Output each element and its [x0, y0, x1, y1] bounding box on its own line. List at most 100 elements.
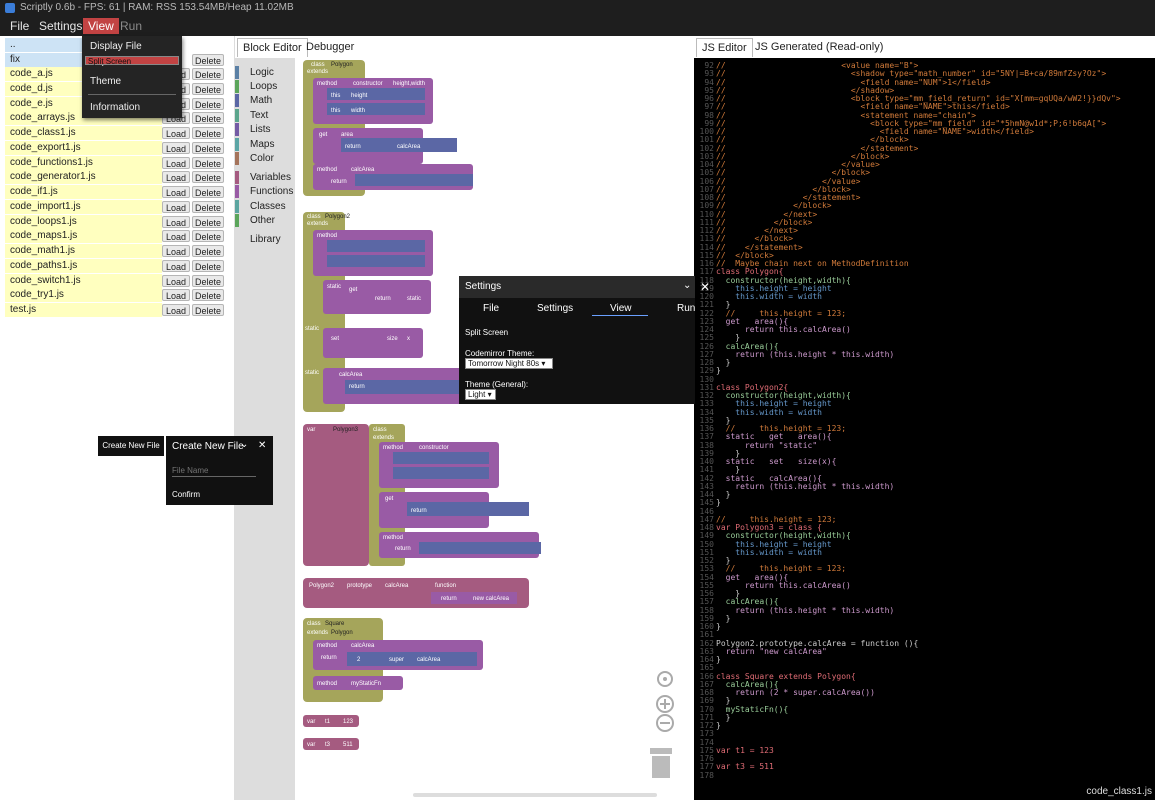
file-name[interactable]: code_switch1.js — [5, 273, 162, 288]
prototype-block[interactable]: Polygon2 prototype calcArea function ret… — [303, 578, 529, 608]
code-line[interactable]: this.width = width — [716, 408, 822, 417]
code-line[interactable]: var t1 = 123 — [716, 746, 774, 755]
load-button[interactable]: Load — [162, 304, 190, 316]
file-row[interactable]: code_loops1.js Load Delete — [5, 214, 232, 229]
tab-js-editor[interactable]: JS Editor — [696, 38, 753, 57]
var-t3-block[interactable]: var t3 511 — [303, 738, 359, 750]
delete-button[interactable]: Delete — [192, 112, 224, 125]
chevron-down-icon[interactable]: ⌄ — [683, 280, 691, 291]
settings-tab-file[interactable]: File — [483, 303, 499, 314]
file-row[interactable]: code_if1.js Load Delete — [5, 185, 232, 199]
load-button[interactable]: Load — [162, 141, 190, 154]
file-row[interactable]: code_switch1.js Load Delete — [5, 273, 232, 288]
delete-button[interactable]: Delete — [192, 215, 224, 228]
close-icon[interactable]: ✕ — [258, 440, 266, 451]
settings-tab-settings[interactable]: Settings — [537, 303, 573, 314]
file-row[interactable]: code_try1.js Load Delete — [5, 288, 232, 303]
load-button[interactable]: Load — [162, 245, 190, 257]
file-row[interactable]: code_import1.js Load Delete — [5, 199, 232, 214]
toolbox-category[interactable]: Loops — [235, 80, 295, 93]
delete-button[interactable]: Delete — [192, 200, 224, 213]
code-line[interactable]: return (this.height * this.width) — [716, 606, 894, 615]
code-editor[interactable]: 92// <value name="B"> 93// <shadow type="… — [694, 58, 1155, 800]
recenter-icon[interactable] — [657, 671, 673, 687]
load-button[interactable]: Load — [162, 171, 190, 184]
toolbox-category[interactable]: Library — [235, 233, 295, 246]
class-polygon2-block[interactable]: class Polygon2 extends method static get… — [303, 212, 465, 412]
toolbox-category[interactable]: Classes — [235, 200, 295, 213]
workspace-horizontal-scrollbar[interactable] — [413, 793, 657, 797]
file-name[interactable]: code_try1.js — [5, 288, 162, 303]
zoom-in-icon[interactable] — [656, 695, 674, 713]
delete-button[interactable]: Delete — [192, 141, 224, 154]
menu-settings[interactable]: Settings — [34, 18, 87, 34]
code-line[interactable]: var t3 = 511 — [716, 762, 774, 771]
toolbox-category[interactable]: Text — [235, 109, 295, 122]
toolbox-category[interactable]: Other — [235, 214, 295, 227]
close-icon[interactable]: ✕ — [698, 281, 712, 293]
load-button[interactable]: Load — [162, 156, 190, 169]
file-name[interactable]: test.js — [5, 303, 162, 317]
file-name[interactable]: code_export1.js — [5, 140, 162, 155]
file-row[interactable]: code_export1.js Load Delete — [5, 140, 232, 155]
class-square-block[interactable]: class Square extends Polygon method calc… — [303, 618, 483, 702]
var-polygon3-block[interactable]: var Polygon3 class extends method constr… — [303, 424, 541, 566]
load-button[interactable]: Load — [162, 230, 190, 243]
toolbox-category[interactable]: Logic — [235, 66, 295, 79]
code-line[interactable]: return (2 * super.calcArea()) — [716, 688, 875, 697]
load-button[interactable]: Load — [162, 215, 190, 228]
menu-view[interactable]: View — [83, 18, 119, 34]
toolbox-category[interactable]: Variables — [235, 171, 295, 184]
code-line[interactable]: return (this.height * this.width) — [716, 482, 894, 491]
load-button[interactable]: Load — [162, 200, 190, 213]
delete-button[interactable]: Delete — [192, 156, 224, 169]
code-line[interactable]: this.width = width — [716, 292, 822, 301]
load-button[interactable]: Load — [162, 186, 190, 198]
load-button[interactable]: Load — [162, 289, 190, 302]
menu-file[interactable]: File — [5, 18, 34, 34]
settings-tab-view[interactable]: View — [610, 303, 632, 314]
load-button[interactable]: Load — [162, 259, 190, 272]
tab-block-editor[interactable]: Block Editor — [237, 38, 308, 57]
file-row[interactable]: code_generator1.js Load Delete — [5, 170, 232, 185]
file-name[interactable]: code_generator1.js — [5, 170, 162, 185]
codemirror-theme-select[interactable]: Tomorrow Night 80s ▾ — [465, 358, 553, 369]
delete-button[interactable]: Delete — [192, 259, 224, 272]
delete-button[interactable]: Delete — [192, 274, 224, 287]
class-polygon-block[interactable]: class Polygon extends method constructor… — [303, 60, 473, 196]
blocks-canvas[interactable]: class Polygon extends method constructor… — [295, 58, 694, 800]
file-name[interactable]: code_if1.js — [5, 185, 162, 199]
file-name[interactable]: code_functions1.js — [5, 155, 162, 170]
file-name[interactable]: code_paths1.js — [5, 258, 162, 273]
delete-button[interactable]: Delete — [192, 97, 224, 110]
load-button[interactable]: Load — [162, 274, 190, 287]
code-line[interactable]: } — [716, 622, 721, 631]
delete-button[interactable]: Delete — [192, 289, 224, 302]
block-workspace[interactable]: class Polygon extends method constructor… — [295, 58, 694, 800]
file-name[interactable]: code_loops1.js — [5, 214, 162, 229]
toolbox-category[interactable]: Maps — [235, 138, 295, 151]
delete-button[interactable]: Delete — [192, 186, 224, 198]
load-button[interactable]: Load — [162, 127, 190, 139]
code-line[interactable]: return (this.height * this.width) — [716, 350, 894, 359]
file-row[interactable]: code_paths1.js Load Delete — [5, 258, 232, 273]
delete-button[interactable]: Delete — [192, 304, 224, 316]
file-row[interactable]: code_maps1.js Load Delete — [5, 229, 232, 244]
file-name-input[interactable] — [172, 464, 256, 477]
var-t1-block[interactable]: var t1 123 — [303, 715, 359, 727]
zoom-out-icon[interactable] — [656, 714, 674, 732]
file-name[interactable]: code_maps1.js — [5, 229, 162, 244]
file-row[interactable]: test.js Load Delete — [5, 303, 232, 317]
chevron-down-icon[interactable]: ⌄ — [240, 439, 248, 450]
confirm-button[interactable]: Confirm — [172, 490, 200, 499]
tab-js-generated[interactable]: JS Generated (Read-only) — [750, 38, 888, 56]
file-row[interactable]: code_class1.js Load Delete — [5, 126, 232, 140]
menu-item-split-screen[interactable]: Split Screen — [85, 56, 179, 66]
toolbox-category[interactable]: Functions — [235, 185, 295, 198]
delete-button[interactable]: Delete — [192, 54, 224, 66]
code-line[interactable]: } — [716, 366, 721, 375]
code-line[interactable]: } — [716, 721, 721, 730]
code-line[interactable]: return "new calcArea" — [716, 647, 827, 656]
delete-button[interactable]: Delete — [192, 230, 224, 243]
delete-button[interactable]: Delete — [192, 82, 224, 95]
